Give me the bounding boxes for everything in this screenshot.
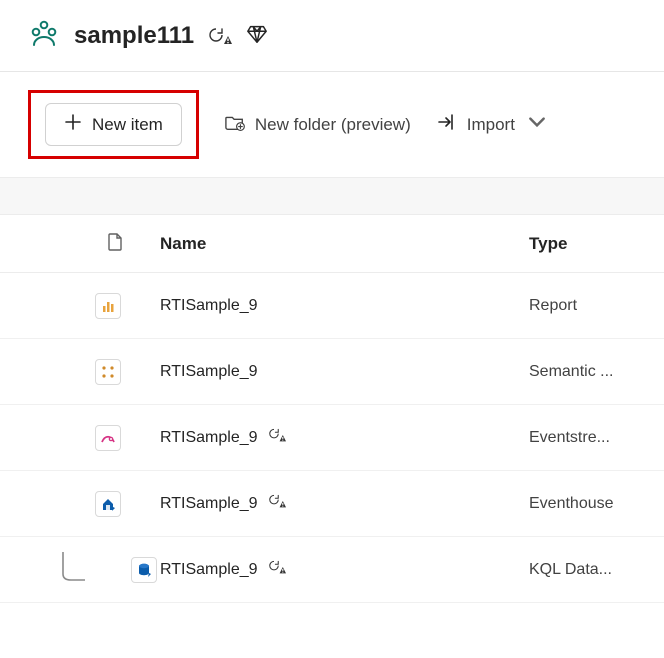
item-name[interactable]: RTISample_9 [160, 561, 258, 579]
folder-plus-icon [225, 112, 245, 137]
item-type: Eventstre... [529, 429, 664, 447]
item-name[interactable]: RTISample_9 [160, 429, 258, 447]
new-folder-button[interactable]: New folder (preview) [225, 112, 411, 137]
kqldb-icon [131, 557, 157, 583]
annotation-highlight: New item [28, 90, 199, 159]
sync-warning-icon [268, 559, 288, 580]
item-name[interactable]: RTISample_9 [160, 495, 258, 513]
semantic-icon [95, 359, 121, 385]
workspace-header: sample111 [0, 0, 664, 71]
new-item-label: New item [92, 115, 163, 135]
table-row[interactable]: RTISample_9 Eventstre... [0, 405, 664, 471]
new-item-button[interactable]: New item [45, 103, 182, 146]
eventhouse-icon [95, 491, 121, 517]
import-label: Import [467, 115, 515, 135]
import-button[interactable]: Import [437, 112, 547, 137]
item-name[interactable]: RTISample_9 [160, 297, 258, 315]
toolbar: New item New folder (preview) Import [0, 72, 664, 177]
item-name[interactable]: RTISample_9 [160, 363, 258, 381]
item-type: Semantic ... [529, 363, 664, 381]
chevron-down-icon [527, 112, 547, 137]
col-header-type[interactable]: Type [529, 234, 664, 254]
document-icon [107, 233, 123, 254]
table-row[interactable]: RTISample_9 Semantic ... [0, 339, 664, 405]
workspace-title: sample111 [74, 22, 194, 50]
tree-connector-icon [53, 550, 89, 589]
import-icon [437, 112, 457, 137]
item-type: KQL Data... [529, 561, 664, 579]
eventstream-icon [95, 425, 121, 451]
filter-band [0, 177, 664, 215]
workspace-icon [28, 18, 60, 53]
table-row[interactable]: RTISample_9 KQL Data... [0, 537, 664, 603]
table-row[interactable]: RTISample_9 Eventhouse [0, 471, 664, 537]
plus-icon [64, 113, 82, 136]
new-folder-label: New folder (preview) [255, 115, 411, 135]
sync-warning-icon [208, 26, 232, 46]
items-table: Name Type RTISample_9 Report RTISample_9 S… [0, 215, 664, 603]
sync-warning-icon [268, 427, 288, 448]
item-type: Eventhouse [529, 495, 664, 513]
item-type: Report [529, 297, 664, 315]
report-icon [95, 293, 121, 319]
col-header-name[interactable]: Name [160, 234, 529, 254]
sync-warning-icon [268, 493, 288, 514]
table-row[interactable]: RTISample_9 Report [0, 273, 664, 339]
table-header: Name Type [0, 215, 664, 273]
diamond-icon [246, 23, 268, 48]
